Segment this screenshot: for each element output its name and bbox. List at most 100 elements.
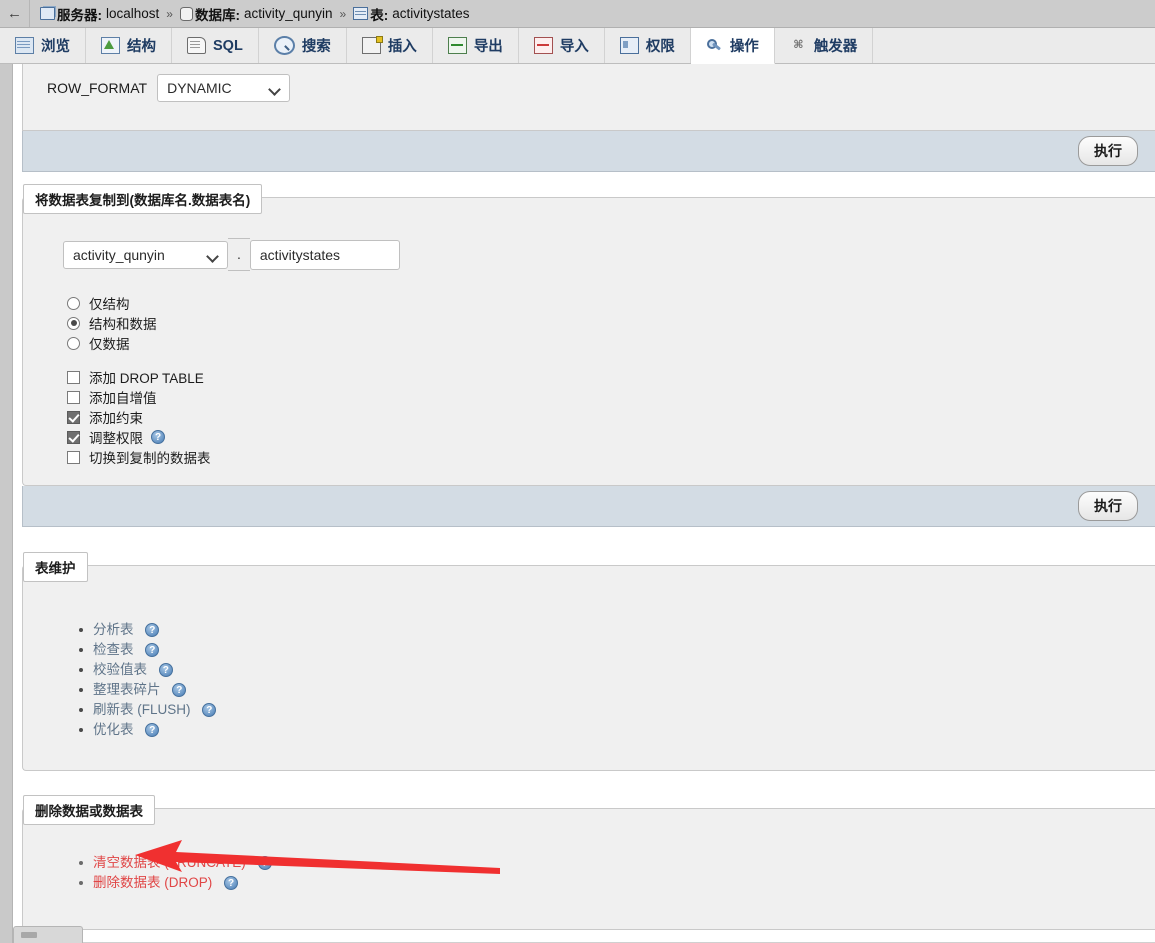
list-item: 刷新表 (FLUSH) ? (79, 700, 1155, 720)
tab-structure[interactable]: 结构 (86, 28, 172, 63)
radio-structure-and-data[interactable] (67, 316, 80, 330)
browse-icon (15, 37, 34, 54)
table-options-go-button[interactable]: 执行 (1078, 136, 1138, 166)
help-icon-checksum-table[interactable]: ? (158, 663, 173, 678)
tab-sql[interactable]: SQL (172, 28, 259, 63)
delete-data-group: 删除数据或数据表 清空数据表 (TRUNCATE) ? 删除数据表 (DROP)… (13, 795, 1155, 930)
tab-search-label: 搜索 (301, 39, 331, 55)
row-format-select-wrap: DYNAMIC (157, 74, 291, 102)
link-truncate-table[interactable]: 清空数据表 (TRUNCATE) (93, 855, 246, 870)
copy-table-name-input[interactable] (249, 239, 400, 270)
radio-structure-and-data-label: 结构和数据 (89, 317, 157, 332)
list-item: 删除数据表 (DROP) ? (79, 873, 1155, 893)
tab-import-label: 导入 (559, 39, 589, 55)
radio-data-only-label: 仅数据 (89, 337, 130, 352)
link-analyze-table[interactable]: 分析表 (93, 622, 134, 637)
copy-dot-separator: . (228, 238, 250, 271)
list-item: 分析表 ? (79, 620, 1155, 640)
help-icon-check-table[interactable]: ? (145, 643, 160, 658)
radio-data-only[interactable] (67, 336, 80, 350)
checkbox-add-autoincrement[interactable] (67, 390, 80, 404)
link-check-table[interactable]: 检查表 (93, 642, 134, 657)
copy-checkbox-add-autoincrement[interactable]: 添加自增值 (67, 387, 1155, 407)
tab-privileges[interactable]: 权限 (604, 28, 691, 63)
radio-structure-only-label: 仅结构 (89, 297, 130, 312)
list-item: 整理表碎片 ? (79, 680, 1155, 700)
copy-table-options: 仅结构 结构和数据 仅数据 添加 DROP TABLE 添加自增值 添加约束 调… (23, 271, 1155, 467)
link-optimize-table[interactable]: 优化表 (93, 722, 134, 737)
breadcrumb-table[interactable]: 表: activitystates (353, 4, 470, 24)
help-icon-defragment-table[interactable]: ? (172, 683, 187, 698)
copy-checkbox-add-drop-table[interactable]: 添加 DROP TABLE (67, 367, 1155, 387)
tab-privileges-label: 权限 (645, 39, 675, 55)
checkbox-add-drop-table[interactable] (67, 370, 80, 384)
help-icon-flush-table[interactable]: ? (202, 703, 217, 718)
search-icon (273, 36, 295, 55)
copy-table-group: 将数据表复制到(数据库名.数据表名) activity_qunyin . 仅结构 (13, 184, 1155, 527)
copy-table-target-row: activity_qunyin . (23, 224, 1155, 271)
phpmyadmin-operations-page: ← 服务器: localhost » 数据库: activity_qunyin … (0, 0, 1155, 943)
checkbox-adjust-privileges[interactable] (67, 430, 80, 444)
maintenance-link-list: 分析表 ? 检查表 ? 校验值表 ? 整理表碎片 ? 刷新表 (FLUSH) ?… (23, 592, 1155, 748)
checkbox-add-autoincrement-label: 添加自增值 (89, 391, 157, 406)
copy-checkbox-switch-to-copy[interactable]: 切换到复制的数据表 (67, 447, 1155, 467)
breadcrumb-server-label: 服务器: (57, 7, 102, 23)
copy-option-data-only[interactable]: 仅数据 (67, 333, 1155, 353)
tab-browse-label: 浏览 (41, 39, 70, 55)
help-icon-adjust-privileges[interactable]: ? (151, 430, 165, 444)
copy-database-select[interactable]: activity_qunyin (63, 240, 228, 269)
export-icon (447, 37, 467, 54)
copy-option-structure-and-data[interactable]: 结构和数据 (67, 313, 1155, 333)
tab-triggers[interactable]: ⌘ 触发器 (774, 28, 874, 63)
tab-sql-label: SQL (213, 37, 243, 54)
link-defragment-table[interactable]: 整理表碎片 (93, 682, 161, 697)
checkbox-switch-to-copy-label: 切换到复制的数据表 (89, 451, 211, 466)
page-content: ROW_FORMAT DYNAMIC 执行 将数据表复制到(数据库名.数据表名)… (13, 64, 1155, 943)
table-icon (353, 7, 369, 20)
tab-search[interactable]: 搜索 (258, 28, 347, 63)
tab-operations[interactable]: 操作 (690, 28, 775, 64)
import-icon (533, 37, 553, 54)
copy-option-structure-only[interactable]: 仅结构 (67, 293, 1155, 313)
tab-export[interactable]: 导出 (432, 28, 519, 63)
breadcrumb-server[interactable]: 服务器: localhost (40, 4, 159, 24)
checkbox-switch-to-copy[interactable] (67, 450, 80, 464)
breadcrumb-database[interactable]: 数据库: activity_qunyin (179, 4, 333, 24)
copy-db-select-wrap: activity_qunyin (63, 240, 228, 269)
table-options-panel: ROW_FORMAT DYNAMIC (22, 64, 1155, 131)
back-button[interactable]: ← (0, 0, 30, 27)
tab-import[interactable]: 导入 (518, 28, 605, 63)
triggers-icon: ⌘ (793, 39, 804, 51)
table-options-footer: 执行 (22, 131, 1155, 172)
browser-download-chip[interactable] (13, 926, 83, 943)
help-icon-drop-table[interactable]: ? (224, 876, 239, 891)
copy-table-legend: 将数据表复制到(数据库名.数据表名) (23, 184, 263, 214)
tab-insert[interactable]: 插入 (346, 28, 433, 63)
operations-icon (706, 38, 723, 53)
help-icon-analyze-table[interactable]: ? (145, 623, 160, 638)
copy-options-spacer (67, 353, 1155, 367)
list-item: 清空数据表 (TRUNCATE) ? (79, 853, 1155, 873)
breadcrumb-separator-1: » (166, 6, 173, 21)
breadcrumb: 服务器: localhost » 数据库: activity_qunyin » … (30, 4, 470, 24)
link-flush-table[interactable]: 刷新表 (FLUSH) (93, 702, 191, 717)
copy-checkbox-add-constraints[interactable]: 添加约束 (67, 407, 1155, 427)
help-icon-optimize-table[interactable]: ? (145, 723, 160, 738)
tab-export-label: 导出 (473, 39, 503, 55)
table-maintenance-legend: 表维护 (23, 552, 88, 582)
checkbox-add-constraints[interactable] (67, 410, 80, 424)
radio-structure-only[interactable] (67, 296, 80, 310)
structure-icon (101, 37, 120, 54)
tab-browse[interactable]: 浏览 (0, 28, 86, 63)
window-left-edge (0, 0, 13, 943)
copy-table-go-button[interactable]: 执行 (1078, 491, 1138, 521)
help-icon-truncate-table[interactable]: ? (257, 856, 272, 871)
link-drop-table[interactable]: 删除数据表 (DROP) (93, 875, 212, 890)
copy-checkbox-adjust-privileges[interactable]: 调整权限 ? (67, 427, 1155, 447)
copy-table-body: activity_qunyin . 仅结构 结构和数据 (22, 197, 1155, 486)
link-checksum-table[interactable]: 校验值表 (93, 662, 147, 677)
breadcrumb-table-value: activitystates (392, 6, 470, 21)
breadcrumb-database-label: 数据库: (194, 7, 240, 23)
breadcrumb-bar: ← 服务器: localhost » 数据库: activity_qunyin … (0, 0, 1155, 28)
row-format-select[interactable]: DYNAMIC (157, 74, 291, 102)
